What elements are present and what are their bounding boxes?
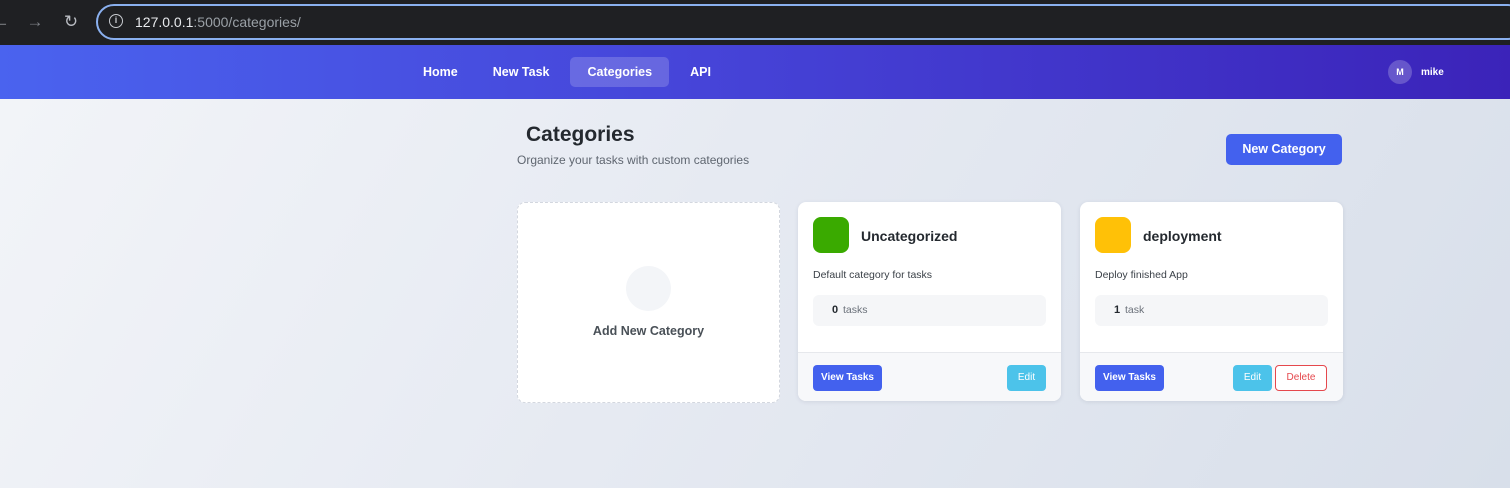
task-count: 1 (1114, 304, 1121, 316)
category-description: Default category for tasks (813, 269, 933, 281)
url-path: :5000/categories/ (193, 14, 301, 30)
new-category-button[interactable]: New Category (1226, 134, 1342, 165)
add-circle-icon (626, 266, 671, 311)
nav-home[interactable]: Home (409, 57, 472, 87)
reload-icon[interactable]: ↻ (60, 11, 82, 33)
view-tasks-button[interactable]: View Tasks (1095, 365, 1164, 391)
address-bar[interactable]: i 127.0.0.1:5000/categories/ (96, 4, 1510, 40)
category-card-uncategorized: Uncategorized Default category for tasks… (798, 202, 1061, 401)
add-category-card[interactable]: Add New Category (517, 202, 780, 403)
category-name: Uncategorized (861, 228, 958, 244)
avatar[interactable]: M (1388, 60, 1412, 84)
card-footer: View Tasks Edit Delete (1080, 352, 1343, 401)
task-count: 0 (832, 304, 839, 316)
app-navbar: Home New Task Categories API M mike (0, 45, 1510, 99)
task-count-box: 1 task (1095, 295, 1328, 326)
category-color-swatch (1095, 217, 1131, 253)
task-count-box: 0 tasks (813, 295, 1046, 326)
category-description: Deploy finished App (1095, 269, 1188, 281)
nav-links: Home New Task Categories API (409, 57, 732, 87)
category-name: deployment (1143, 228, 1222, 244)
page-subtitle: Organize your tasks with custom categori… (517, 153, 750, 167)
edit-button[interactable]: Edit (1007, 365, 1046, 391)
browser-toolbar: ← → ↻ i 127.0.0.1:5000/categories/ (0, 0, 1510, 45)
forward-arrow-icon[interactable]: → (24, 11, 46, 33)
main-content: Categories Organize your tasks with cust… (0, 99, 1510, 488)
delete-button[interactable]: Delete (1275, 365, 1327, 391)
back-arrow-icon[interactable]: ← (0, 11, 12, 33)
user-menu[interactable]: M mike (1388, 60, 1444, 84)
page-title: Categories (526, 123, 635, 146)
url-text[interactable]: 127.0.0.1:5000/categories/ (135, 14, 301, 30)
task-count-unit: task (1125, 304, 1145, 316)
category-card-deployment: deployment Deploy finished App 1 task Vi… (1080, 202, 1343, 401)
task-count-unit: tasks (843, 304, 868, 316)
view-tasks-button[interactable]: View Tasks (813, 365, 882, 391)
edit-button[interactable]: Edit (1233, 365, 1272, 391)
add-category-label: Add New Category (592, 324, 705, 338)
category-color-swatch (813, 217, 849, 253)
nav-categories[interactable]: Categories (570, 57, 670, 87)
url-host: 127.0.0.1 (135, 14, 194, 30)
nav-new-task[interactable]: New Task (479, 57, 564, 87)
card-footer: View Tasks Edit (798, 352, 1061, 401)
nav-api[interactable]: API (676, 57, 725, 87)
username[interactable]: mike (1421, 67, 1444, 78)
site-info-icon[interactable]: i (109, 14, 123, 28)
